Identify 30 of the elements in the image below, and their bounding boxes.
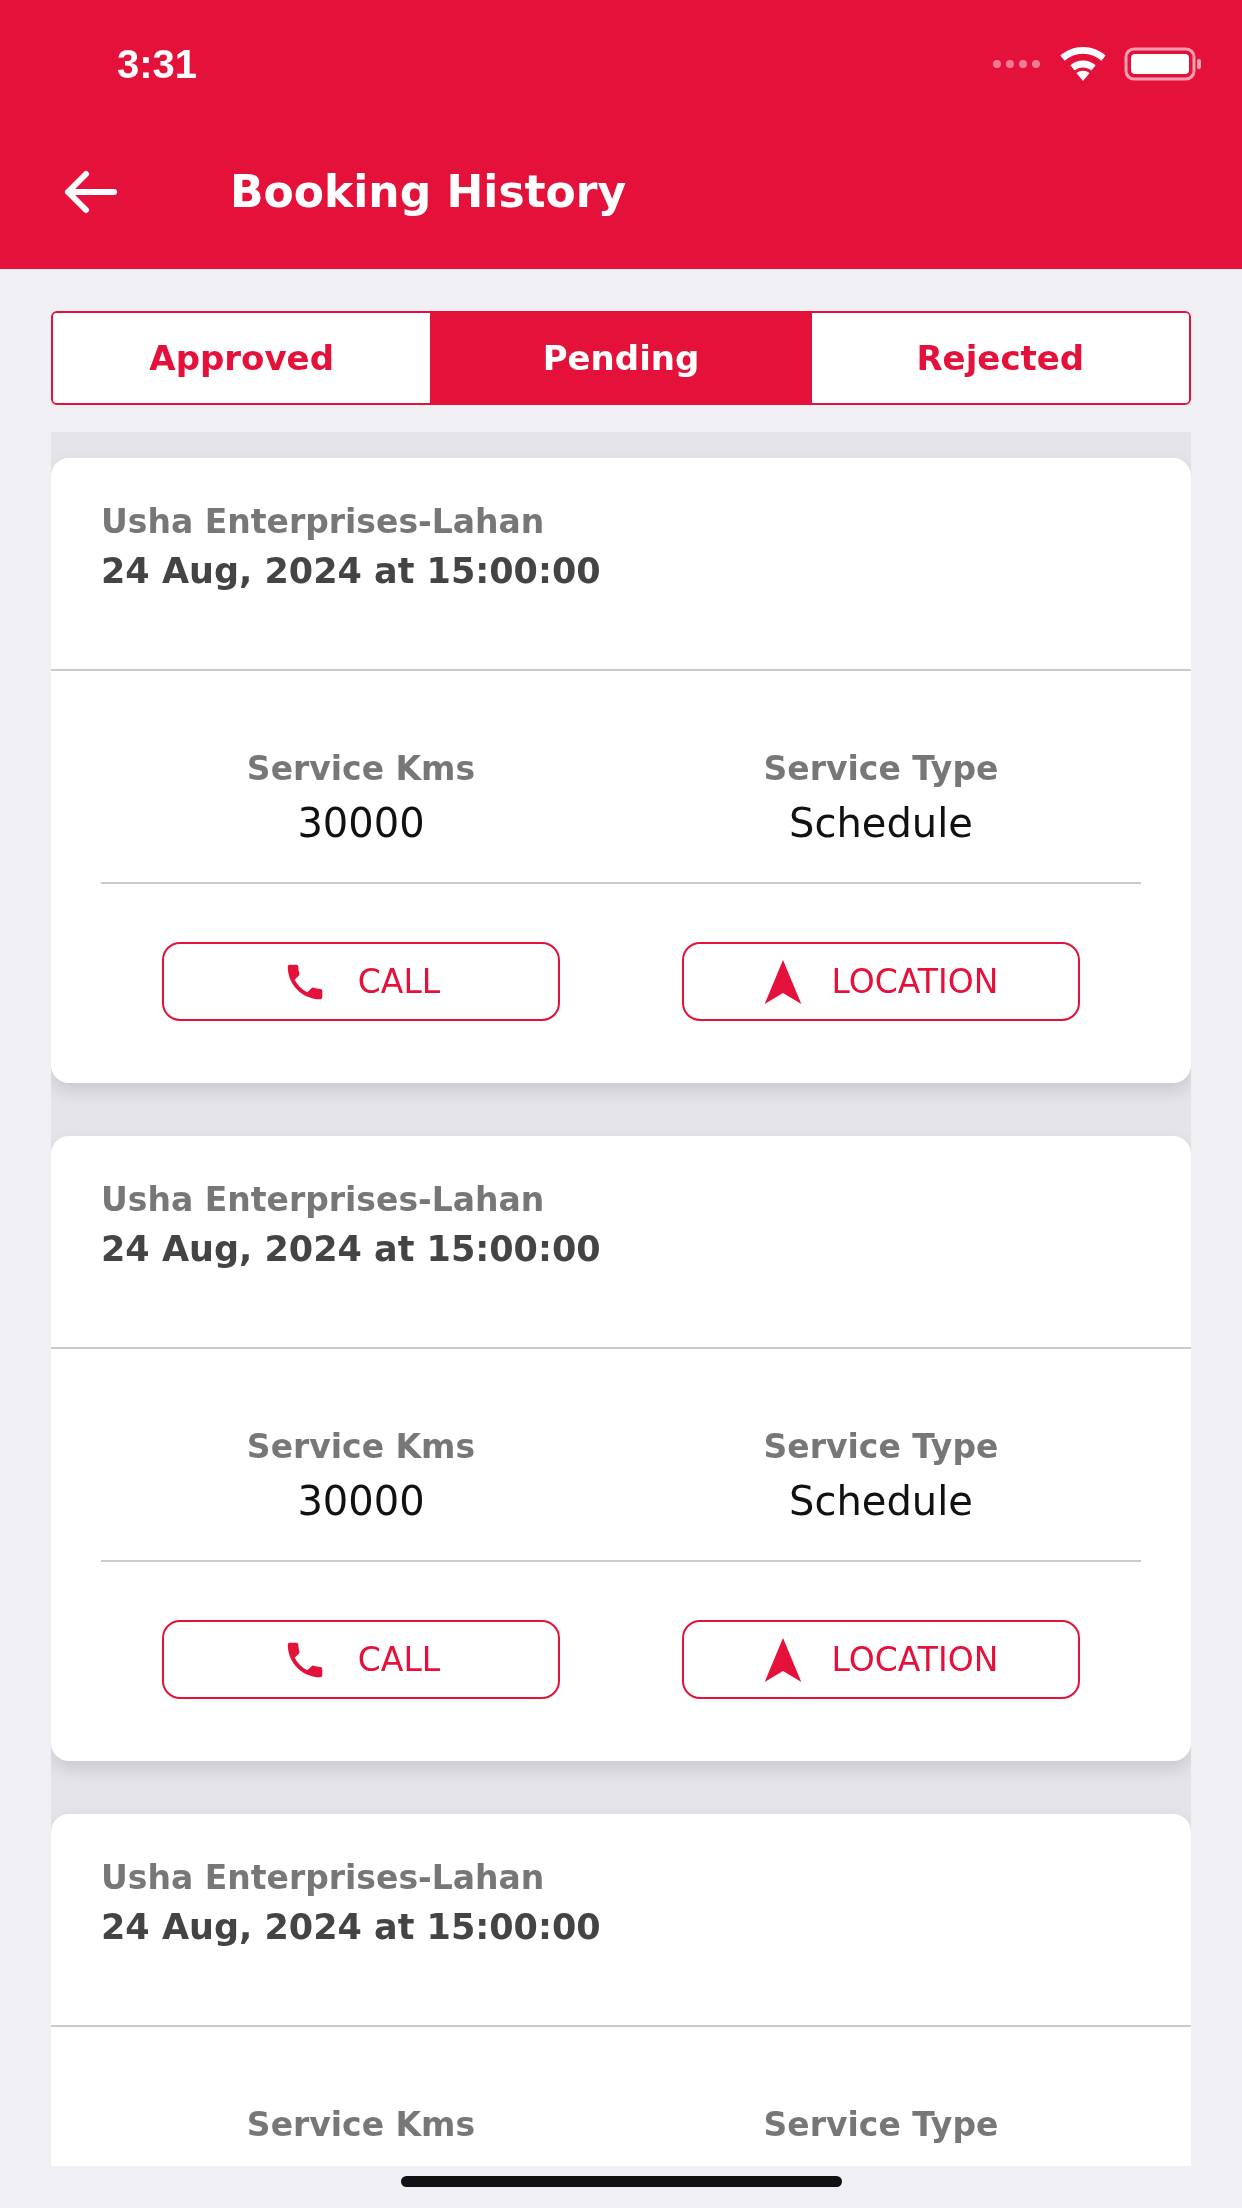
tab[interactable]: Approved [53, 313, 433, 403]
field-label: Service Type [763, 2105, 999, 2144]
navigation-arrow-icon [763, 1637, 802, 1682]
tab[interactable]: Pending [432, 313, 812, 403]
field-label: Service Kms [246, 749, 476, 788]
field-label: Service Type [763, 1427, 999, 1466]
tab[interactable]: Rejected [811, 313, 1189, 403]
dealer-name: Usha Enterprises-Lahan [101, 502, 546, 541]
booking-date: 24 Aug, 2024 at 15:00:00 [101, 551, 602, 591]
call-button[interactable]: CALL [162, 942, 560, 1021]
battery-icon [1124, 47, 1202, 81]
status-time: 3:31 [117, 41, 198, 87]
field-label: Service Kms [246, 1427, 476, 1466]
booking-date: 24 Aug, 2024 at 15:00:00 [101, 1229, 602, 1269]
navigation-arrow-icon [763, 959, 802, 1004]
field-label: Service Type [763, 749, 999, 788]
field-value: Schedule [789, 800, 973, 846]
dealer-name: Usha Enterprises-Lahan [101, 1858, 546, 1897]
location-button[interactable]: LOCATION [682, 942, 1080, 1021]
field-value: 30000 [297, 1478, 425, 1524]
wifi-icon [1060, 47, 1106, 81]
dealer-name: Usha Enterprises-Lahan [101, 1180, 546, 1219]
booking-date: 24 Aug, 2024 at 15:00:00 [101, 1907, 602, 1947]
location-button[interactable]: LOCATION [682, 1620, 1080, 1699]
field-value: Schedule [789, 1478, 973, 1524]
call-button[interactable]: CALL [162, 1620, 560, 1699]
signal-icon [992, 59, 1042, 69]
field-value: 30000 [297, 800, 425, 846]
page-title: Booking History [230, 166, 627, 217]
field-label: Service Kms [246, 2105, 476, 2144]
